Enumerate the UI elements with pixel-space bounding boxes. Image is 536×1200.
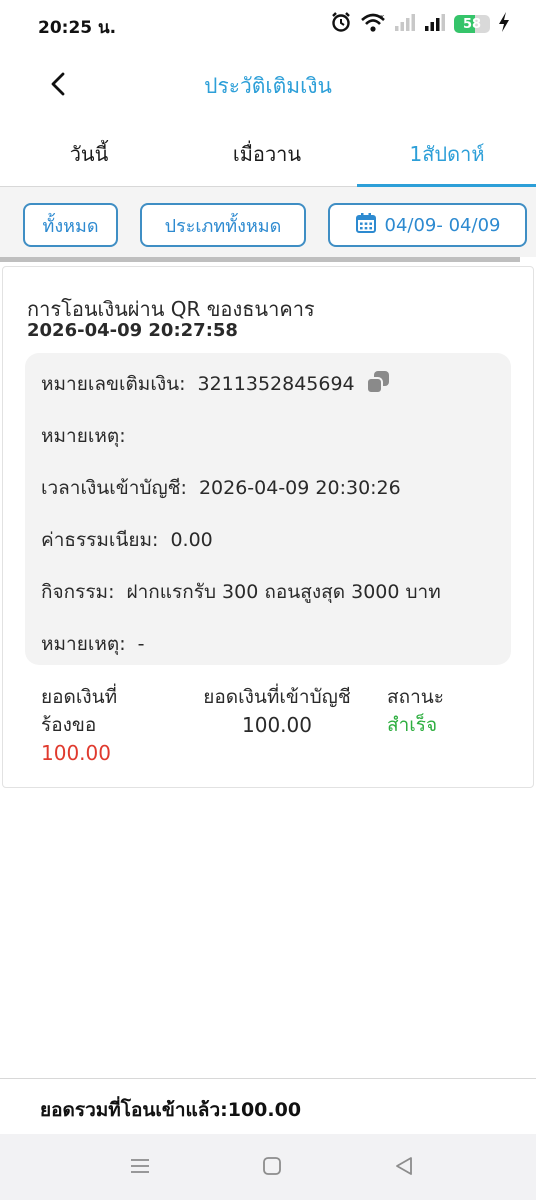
filter-type-label: ประเภททั้งหมด: [164, 215, 282, 237]
status-label: สถานะ: [387, 686, 444, 708]
menu-icon: [129, 1156, 151, 1180]
detail-row-topup-no: หมายเลขเติมเงิน: 3211352845694: [41, 369, 391, 400]
scroll-indicator[interactable]: [0, 257, 520, 262]
transaction-datetime: 2026-04-09 20:27:58: [27, 320, 238, 341]
recent-apps-button[interactable]: [124, 1152, 156, 1184]
requested-amount-value: 100.00: [41, 741, 111, 765]
note2-value: -: [137, 633, 145, 655]
status-column: สถานะ สำเร็จ: [387, 683, 444, 739]
period-tabs: วันนี้ เมื่อวาน 1สัปดาห์: [0, 122, 536, 187]
fee-label: ค่าธรรมเนียม:: [41, 529, 159, 551]
topup-no-value: 3211352845694: [197, 373, 355, 395]
credit-time-value: 2026-04-09 20:30:26: [198, 477, 401, 499]
credit-time-label: เวลาเงินเข้าบัญชี:: [41, 477, 187, 499]
tab-one-week[interactable]: 1สัปดาห์: [358, 122, 536, 186]
status-bar: 20:25 น. x 58: [0, 0, 536, 48]
activity-label: กิจกรรม:: [41, 581, 115, 603]
detail-row-note: หมายเหตุ:: [41, 421, 138, 451]
transaction-details: หมายเลขเติมเงิน: 3211352845694 หมายเหตุ: …: [25, 353, 511, 665]
battery-level: 58: [462, 16, 482, 32]
topup-no-label: หมายเลขเติมเงิน:: [41, 373, 186, 395]
date-range-label: 04/09- 04/09: [384, 214, 501, 236]
requested-amount-column: ยอดเงินที่ ร้องขอ 100.00: [41, 683, 117, 767]
date-range-button[interactable]: 04/09- 04/09: [328, 203, 527, 247]
requested-amount-label-2: ร้องขอ: [41, 714, 97, 736]
status-badge: สำเร็จ: [387, 714, 438, 736]
detail-row-note2: หมายเหตุ: -: [41, 629, 144, 659]
filter-bar: ทั้งหมด ประเภททั้งหมด 04/09- 04/09: [0, 187, 536, 257]
system-nav-bar: [0, 1134, 536, 1200]
detail-row-activity: กิจกรรม: ฝากแรกรับ 300 ถอนสูงสุด 3000 บาท: [41, 577, 441, 607]
note2-label: หมายเหตุ:: [41, 633, 126, 655]
wifi-icon: x: [360, 11, 386, 37]
credited-amount-label: ยอดเงินที่เข้าบัญชี: [203, 686, 351, 708]
filter-all-label: ทั้งหมด: [42, 215, 99, 237]
total-footer: ยอดรวมที่โอนเข้าแล้ว:100.00: [0, 1078, 536, 1135]
alarm-icon: [330, 11, 352, 37]
status-icons: x 58: [330, 12, 510, 36]
svg-text:x: x: [380, 13, 384, 21]
page-title: ประวัติเติมเงิน: [204, 74, 332, 98]
triangle-back-icon: [393, 1155, 415, 1181]
fee-value: 0.00: [170, 529, 213, 551]
battery-icon: 58: [454, 15, 490, 33]
detail-row-credit-time: เวลาเงินเข้าบัญชี: 2026-04-09 20:30:26: [41, 473, 401, 503]
requested-amount-label-1: ยอดเงินที่: [41, 686, 118, 708]
activity-value: ฝากแรกรับ 300 ถอนสูงสุด 3000 บาท: [126, 581, 441, 603]
credited-amount-value: 100.00: [242, 713, 312, 737]
transaction-card[interactable]: การโอนเงินผ่าน QR ของธนาคาร 2026-04-09 2…: [2, 266, 534, 788]
signal-icon: [424, 12, 446, 36]
note-label: หมายเหตุ:: [41, 425, 126, 447]
total-transferred: ยอดรวมที่โอนเข้าแล้ว:100.00: [40, 1099, 302, 1121]
home-icon: [261, 1155, 283, 1181]
filter-all-button[interactable]: ทั้งหมด: [23, 203, 118, 247]
filter-type-button[interactable]: ประเภททั้งหมด: [140, 203, 306, 247]
copy-icon[interactable]: [365, 369, 391, 400]
charging-icon: [498, 11, 510, 37]
tab-yesterday[interactable]: เมื่อวาน: [178, 122, 356, 186]
calendar-icon: [355, 212, 377, 239]
status-time: 20:25 น.: [38, 18, 117, 38]
app-header: ประวัติเติมเงิน: [0, 48, 536, 122]
detail-row-fee: ค่าธรรมเนียม: 0.00: [41, 525, 213, 555]
tab-today[interactable]: วันนี้: [0, 122, 178, 186]
system-back-button[interactable]: [388, 1152, 420, 1184]
home-button[interactable]: [256, 1152, 288, 1184]
signal-icon: [394, 12, 416, 36]
credited-amount-column: ยอดเงินที่เข้าบัญชี 100.00: [191, 683, 363, 739]
